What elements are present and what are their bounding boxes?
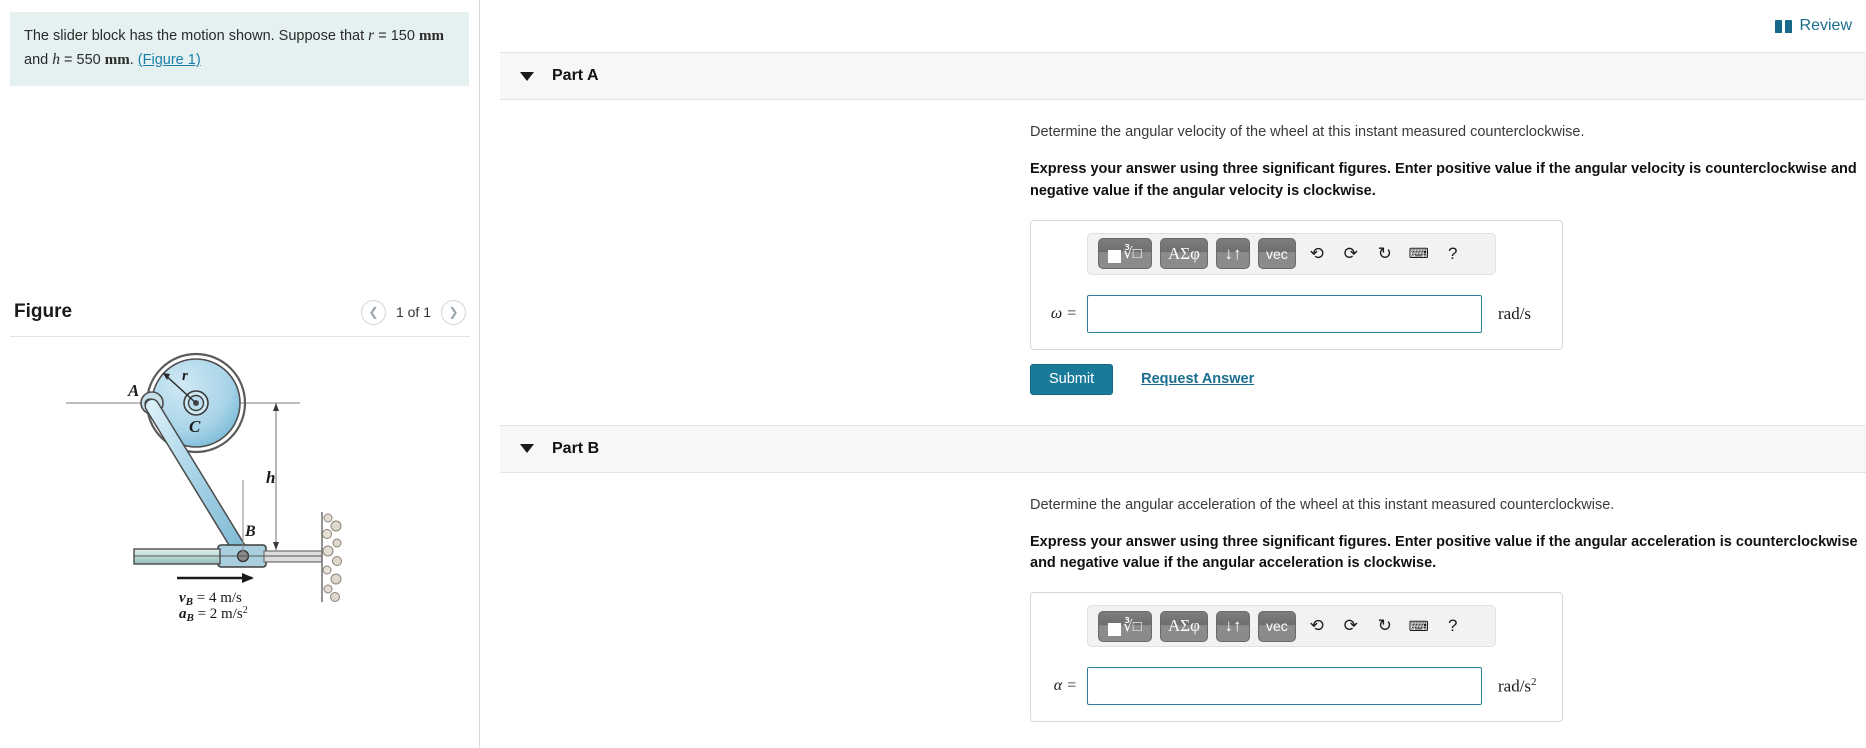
review-bar: Review (480, 0, 1866, 52)
part-b-question: Determine the angular acceleration of th… (1030, 496, 1615, 513)
keyboard-button[interactable]: ⌨ (1406, 241, 1432, 267)
problem-text-part1: The slider block has the motion shown. S… (24, 28, 369, 44)
problem-eq-h: = 550 (59, 51, 105, 68)
part-b-math-toolbar: ∛□ ΑΣφ ↓↑ vec ⟲ ⟳ ↻ ⌨ ? (1087, 605, 1496, 648)
part-a-variable-label: ω = (1050, 304, 1077, 322)
part-b-answer-input[interactable] (1087, 667, 1482, 706)
part-b-units-exponent: 2 (1531, 675, 1537, 688)
undo-button[interactable]: ⟲ (1304, 241, 1330, 267)
right-panel: Review Part A Determine the angular velo… (480, 0, 1866, 748)
label-B: B (244, 523, 256, 540)
unit-mm-h: mm (104, 51, 130, 68)
part-a-units: rad/s (1498, 303, 1532, 323)
part-b-body: Determine the angular acceleration of th… (480, 495, 1866, 723)
part-a-submit-button[interactable]: Submit (1030, 363, 1114, 395)
caret-down-icon[interactable] (520, 71, 534, 81)
problem-eq-r: = 150 (374, 28, 419, 44)
part-a-question: Determine the angular velocity of the wh… (1030, 124, 1585, 140)
label-C: C (189, 417, 201, 436)
review-link[interactable]: Review (1774, 17, 1852, 35)
part-a-math-toolbar: ∛□ ΑΣφ ↓↑ vec ⟲ ⟳ ↻ ⌨ ? (1087, 232, 1496, 275)
sort-button[interactable]: ↓↑ (1215, 610, 1250, 642)
label-h: h (266, 468, 275, 487)
wall-hatching (321, 512, 342, 602)
figure-prev-button[interactable]: ❮ (360, 299, 386, 325)
part-b-label: Part B (552, 439, 600, 457)
part-b-answer-box: ∛□ ΑΣφ ↓↑ vec ⟲ ⟳ ↻ ⌨ ? α = rad/s2 (1030, 592, 1563, 723)
help-button[interactable]: ? (1440, 241, 1466, 267)
figure-divider (10, 336, 470, 337)
variable-h: h (52, 50, 60, 68)
left-panel: The slider block has the motion shown. S… (0, 0, 480, 748)
review-label: Review (1799, 17, 1852, 34)
part-a-header[interactable]: Part A (500, 52, 1866, 100)
book-icon (1774, 19, 1792, 33)
part-a-answer-input[interactable] (1087, 294, 1482, 333)
part-a-answer-box: ∛□ ΑΣφ ↓↑ vec ⟲ ⟳ ↻ ⌨ ? ω = rad/s (1030, 219, 1563, 350)
problem-statement: The slider block has the motion shown. S… (10, 12, 469, 86)
part-a-instruction: Express your answer using three signific… (1030, 161, 1857, 199)
figure-diagram: r C A B h vB = 4 m/s aB = 2 m/s2 (0, 340, 480, 748)
reset-button[interactable]: ↻ (1372, 613, 1398, 639)
part-b-input-row: α = rad/s2 (1045, 667, 1548, 706)
caret-down-icon[interactable] (520, 444, 534, 454)
part-a-label: Part A (552, 67, 599, 84)
figure-navigation: ❮ 1 of 1 ❯ (360, 299, 466, 325)
figure-counter: 1 of 1 (395, 304, 431, 320)
part-a-section: Part A Determine the angular velocity of… (480, 52, 1866, 395)
keyboard-button[interactable]: ⌨ (1406, 613, 1432, 639)
template-button[interactable]: ∛□ (1098, 238, 1152, 270)
label-A: A (127, 381, 139, 400)
redo-button[interactable]: ⟳ (1338, 613, 1364, 639)
unit-mm-r: mm (418, 28, 444, 44)
part-a-body: Determine the angular velocity of the wh… (480, 122, 1866, 395)
part-b-instruction: Express your answer using three signific… (1030, 533, 1858, 572)
part-b-units: rad/s2 (1498, 675, 1537, 696)
part-a-submit-row: Submit Request Answer (1030, 363, 1866, 395)
part-b-variable-label: α = (1053, 677, 1077, 695)
help-button[interactable]: ? (1440, 613, 1466, 639)
vector-button[interactable]: vec (1257, 238, 1296, 270)
part-b-section: Part B Determine the angular acceleratio… (480, 424, 1866, 723)
part-a-input-row: ω = rad/s (1045, 294, 1548, 333)
greek-button[interactable]: ΑΣφ (1160, 610, 1208, 642)
part-a-request-answer-link[interactable]: Request Answer (1141, 371, 1254, 387)
slider-crank-diagram-svg: r C A B h vB = 4 m/s aB = 2 m/s2 (66, 352, 342, 624)
undo-button[interactable]: ⟲ (1304, 613, 1330, 639)
redo-button[interactable]: ⟳ (1338, 241, 1364, 267)
figure-header: Figure ❮ 1 of 1 ❯ (0, 287, 480, 337)
sort-button[interactable]: ↓↑ (1215, 238, 1250, 270)
greek-button[interactable]: ΑΣφ (1160, 238, 1208, 270)
template-button[interactable]: ∛□ (1098, 610, 1152, 642)
reset-button[interactable]: ↻ (1372, 241, 1398, 267)
figure-next-button[interactable]: ❯ (441, 299, 466, 325)
problem-text-part2: and (24, 51, 53, 68)
page-root: The slider block has the motion shown. S… (0, 0, 1866, 748)
problem-period: . (129, 51, 138, 68)
figure-1-link[interactable]: (Figure 1) (138, 52, 201, 68)
label-r: r (182, 368, 188, 384)
figure-panel-title: Figure (14, 301, 73, 322)
part-b-header[interactable]: Part B (500, 424, 1866, 473)
vector-button[interactable]: vec (1257, 610, 1296, 642)
